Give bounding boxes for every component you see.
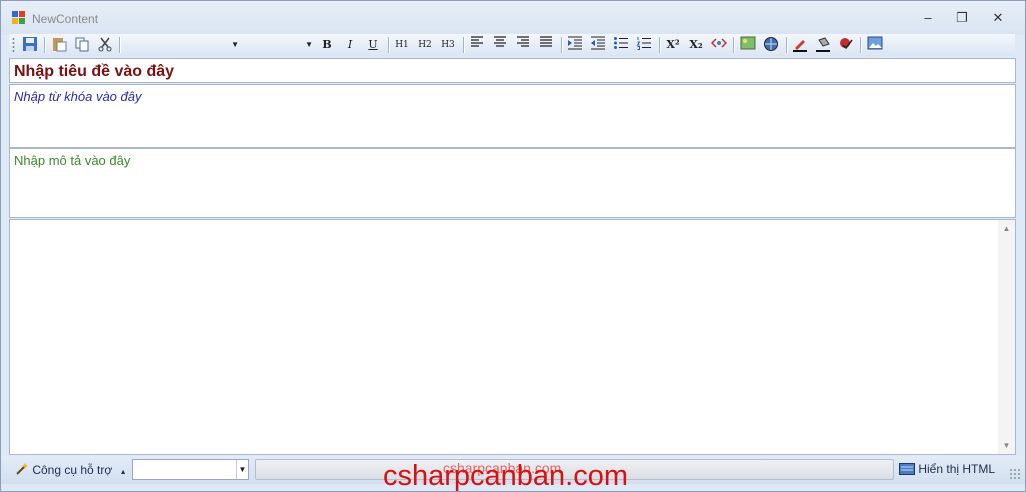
font-size-combo[interactable]: ▼ [245, 36, 315, 54]
align-right-icon[interactable] [513, 36, 533, 54]
title-bar[interactable]: NewContent – ❐ ✕ [1, 1, 1025, 35]
scroll-up-icon[interactable]: ▲ [998, 220, 1015, 237]
window-title: NewContent [32, 12, 99, 26]
chevron-down-icon: ▼ [305, 40, 313, 49]
formatting-toolbar: ▼ ▼ B I U H1 H2 H3 X² X₂ [9, 34, 1015, 56]
align-justify-icon[interactable] [536, 36, 556, 54]
font-family-combo[interactable]: ▼ [125, 36, 241, 54]
chevron-down-icon: ▼ [231, 40, 239, 49]
pen-icon[interactable] [790, 36, 810, 54]
scroll-down-icon[interactable]: ▼ [998, 437, 1015, 454]
keywords-placeholder: Nhập từ khóa vào đây [14, 89, 142, 104]
bullet-list-icon[interactable] [611, 36, 631, 54]
minimize-button[interactable]: – [917, 9, 939, 27]
description-placeholder: Nhập mô tả vào đây [14, 153, 131, 168]
link-globe-icon[interactable] [761, 36, 781, 54]
insert-picture-icon[interactable] [865, 36, 885, 54]
close-button[interactable]: ✕ [987, 9, 1009, 27]
watermark: csharpcanban.com [383, 460, 629, 492]
wand-icon [16, 463, 28, 475]
html-icon [899, 463, 915, 475]
show-html-label: Hiển thị HTML [918, 462, 996, 476]
subscript-button[interactable]: X₂ [686, 36, 706, 54]
superscript-button[interactable]: X² [663, 36, 683, 54]
align-left-icon[interactable] [467, 36, 487, 54]
app-icon [12, 11, 26, 25]
numbered-list-icon[interactable] [634, 36, 654, 54]
tools-dropdown-button[interactable]: Công cụ hỗ trợ ▲ [15, 462, 127, 477]
title-field[interactable]: Nhập tiêu đề vào đây [9, 58, 1016, 83]
show-html-button[interactable]: Hiển thị HTML [899, 462, 995, 476]
maximize-button[interactable]: ❐ [951, 9, 973, 27]
code-icon[interactable] [709, 36, 729, 54]
outdent-icon[interactable] [588, 36, 608, 54]
copy-icon[interactable] [72, 36, 92, 54]
chevron-up-icon: ▲ [119, 469, 127, 476]
vertical-scrollbar[interactable]: ▲ ▼ [998, 220, 1015, 454]
toolbar-grip[interactable] [12, 37, 15, 53]
align-center-icon[interactable] [490, 36, 510, 54]
paste-icon[interactable] [49, 36, 69, 54]
italic-button[interactable]: I [340, 36, 360, 54]
cut-icon[interactable] [95, 36, 115, 54]
spellcheck-icon[interactable] [836, 36, 856, 54]
bold-button[interactable]: B [317, 36, 337, 54]
status-combo[interactable]: ▼ [132, 459, 249, 480]
keywords-field[interactable]: Nhập từ khóa vào đây [9, 84, 1016, 148]
heading2-button[interactable]: H2 [415, 36, 435, 54]
tools-label: Công cụ hỗ trợ [32, 463, 113, 477]
image-icon[interactable] [738, 36, 758, 54]
indent-icon[interactable] [565, 36, 585, 54]
save-icon[interactable] [20, 36, 40, 54]
content-editor[interactable]: ▲ ▼ [9, 219, 1016, 455]
fill-color-icon[interactable] [813, 36, 833, 54]
heading1-button[interactable]: H1 [392, 36, 412, 54]
underline-button[interactable]: U [363, 36, 383, 54]
app-window: NewContent – ❐ ✕ ▼ ▼ B I U H1 H2 H3 X² X… [0, 0, 1026, 492]
heading3-button[interactable]: H3 [438, 36, 458, 54]
resize-grip[interactable] [1009, 468, 1021, 480]
description-field[interactable]: Nhập mô tả vào đây [9, 148, 1016, 218]
title-placeholder: Nhập tiêu đề vào đây [14, 63, 175, 80]
chevron-down-icon: ▼ [236, 460, 248, 479]
